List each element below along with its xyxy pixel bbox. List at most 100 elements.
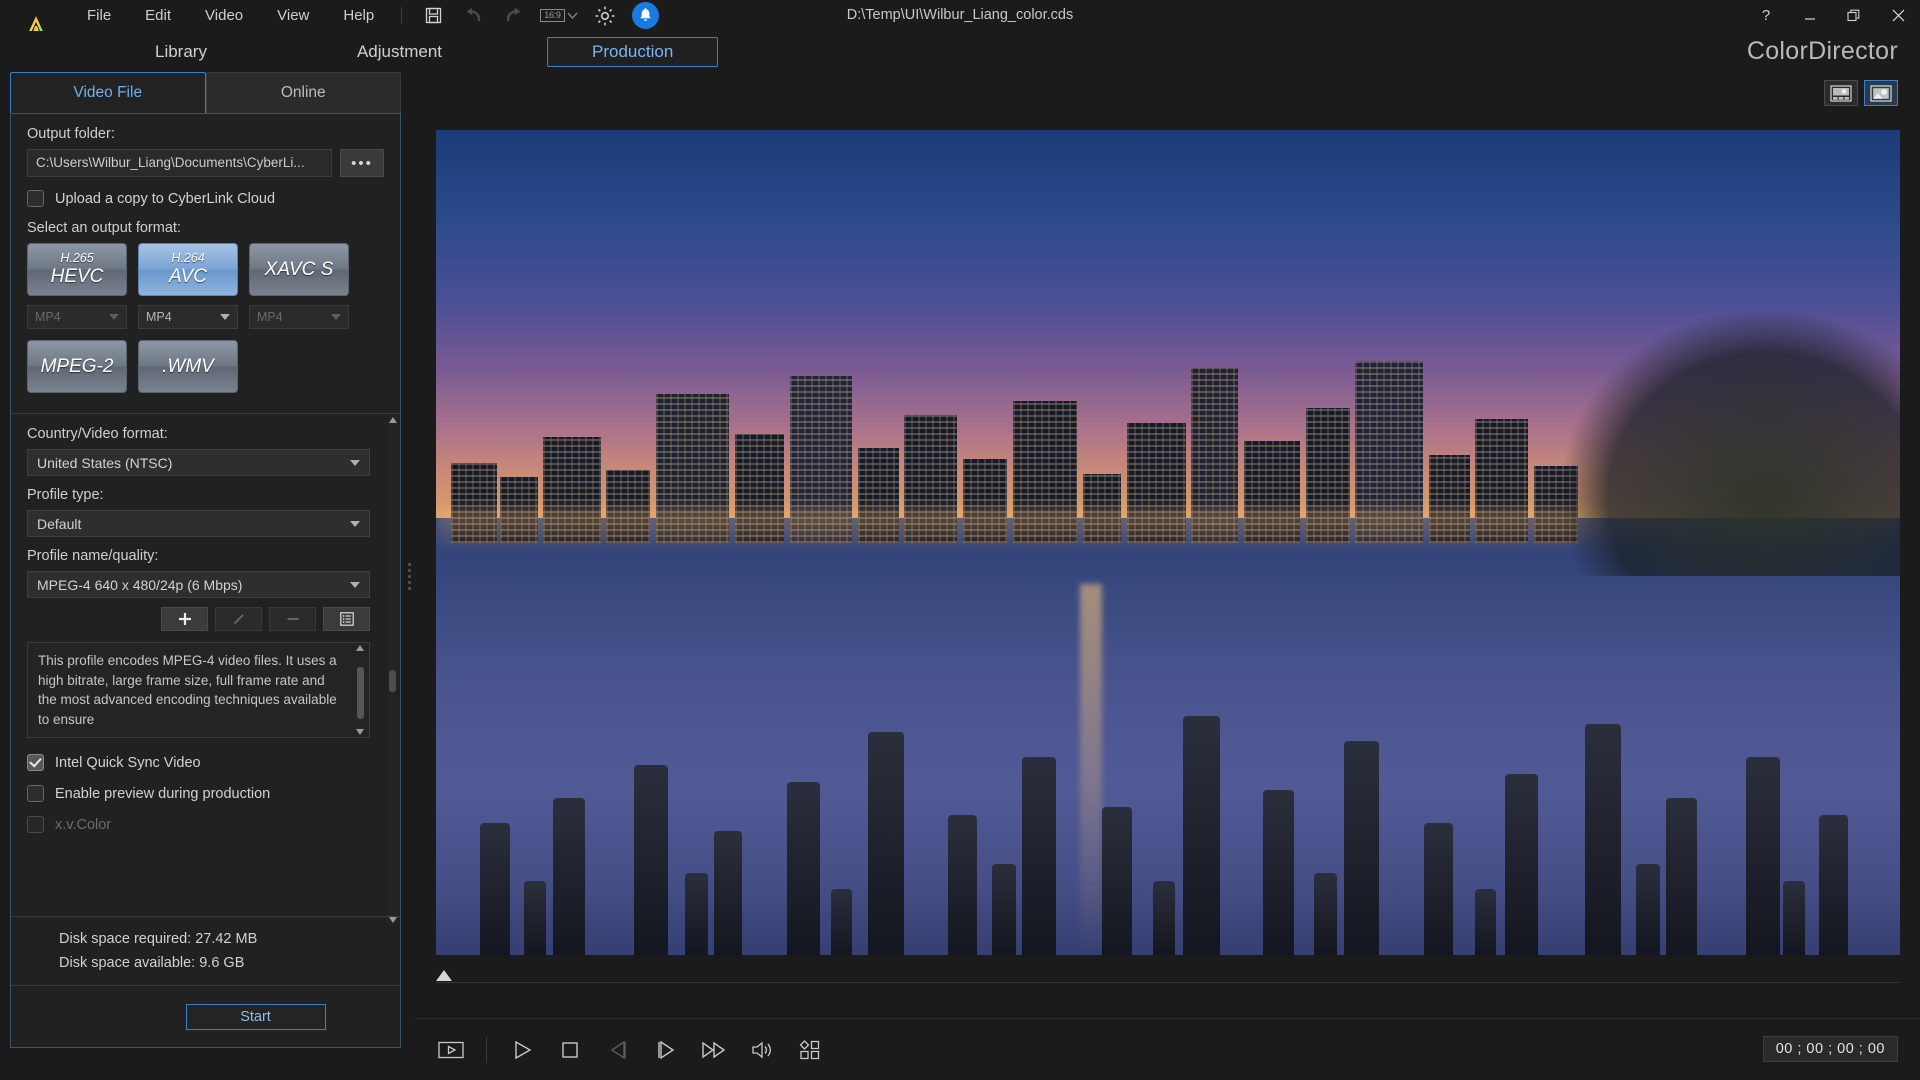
format-mpeg2-button[interactable]: MPEG-2 (27, 340, 127, 393)
play-button[interactable] (507, 1036, 537, 1064)
light-reflection (1080, 584, 1102, 955)
description-scrollbar[interactable] (354, 645, 367, 735)
menu-bar: File Edit Video View Help (70, 0, 391, 31)
format-xavc-s-button[interactable]: XAVC S (249, 243, 349, 296)
minimize-button[interactable] (1788, 0, 1832, 31)
scrollbar-thumb[interactable] (389, 670, 396, 692)
help-button[interactable]: ? (1744, 0, 1788, 31)
toolbar-divider (401, 7, 402, 24)
output-section: Output folder: C:\Users\Wilbur_Liang\Doc… (11, 114, 400, 401)
chevron-down-icon (350, 460, 360, 466)
transport-divider (486, 1037, 487, 1063)
profile-description: This profile encodes MPEG-4 video files.… (27, 642, 370, 738)
tab-library[interactable]: Library (110, 37, 252, 67)
edit-profile-button[interactable] (215, 607, 262, 631)
grid-icon[interactable] (795, 1036, 825, 1064)
timecode-display[interactable]: 00 ; 00 ; 00 ; 00 (1763, 1036, 1898, 1062)
enable-preview-label: Enable preview during production (55, 786, 270, 802)
chevron-down-icon (220, 314, 230, 320)
option-xv-color-row: x.v.Color (27, 816, 370, 833)
preview-timeline[interactable] (436, 968, 1900, 990)
module-tabs: Library Adjustment Production (110, 37, 718, 67)
profile-type-label: Profile type: (27, 487, 370, 503)
aspect-ratio-selector[interactable]: 16:9 (540, 7, 577, 25)
container-selectors: MP4 MP4 MP4 (27, 305, 384, 329)
fast-forward-button[interactable] (699, 1036, 729, 1064)
undo-arrow-icon[interactable] (460, 3, 486, 29)
upload-cloud-checkbox[interactable] (27, 190, 44, 207)
menu-view[interactable]: View (260, 0, 326, 31)
timeline-track (436, 982, 1900, 983)
timeline-playhead[interactable] (436, 970, 452, 981)
transport-bar: 00 ; 00 ; 00 ; 00 (414, 1018, 1920, 1080)
profile-type-select[interactable]: Default (27, 510, 370, 537)
transport-buttons (436, 1036, 825, 1064)
profile-details-button[interactable] (323, 607, 370, 631)
previous-frame-button[interactable] (603, 1036, 633, 1064)
container-select-h265[interactable]: MP4 (27, 305, 127, 329)
output-folder-input[interactable]: C:\Users\Wilbur_Liang\Documents\CyberLi.… (27, 149, 332, 177)
desc-scroll-down-icon[interactable] (356, 729, 364, 735)
tab-video-file[interactable]: Video File (10, 72, 206, 113)
tab-production[interactable]: Production (547, 37, 718, 67)
country-format-label: Country/Video format: (27, 426, 370, 442)
bell-icon[interactable] (632, 2, 659, 29)
add-profile-button[interactable] (161, 607, 208, 631)
enable-preview-checkbox[interactable] (27, 785, 44, 802)
multi-view-button[interactable] (1824, 80, 1858, 106)
settings-scrollbar[interactable] (387, 414, 398, 926)
start-button[interactable]: Start (186, 1004, 326, 1030)
intel-quick-sync-checkbox[interactable] (27, 754, 44, 771)
format-h265-top: H.265 (60, 251, 93, 265)
format-wmv-label: .WMV (162, 356, 214, 378)
next-frame-button[interactable] (651, 1036, 681, 1064)
scroll-up-icon[interactable] (388, 415, 397, 425)
upload-cloud-row[interactable]: Upload a copy to CyberLink Cloud (27, 190, 384, 207)
menu-file[interactable]: File (70, 0, 128, 31)
remove-profile-button[interactable] (269, 607, 316, 631)
format-mpeg2-label: MPEG-2 (41, 356, 114, 378)
chevron-down-icon (350, 582, 360, 588)
container-select-h265-value: MP4 (35, 310, 61, 324)
profile-name-select[interactable]: MPEG-4 640 x 480/24p (6 Mbps) (27, 571, 370, 598)
desc-scrollbar-thumb[interactable] (357, 667, 364, 719)
colordirector-window: D:\Temp\UI\Wilbur_Liang_color.cds File E… (0, 0, 1920, 1080)
close-button[interactable] (1876, 0, 1920, 31)
start-bar: Start (11, 985, 400, 1047)
format-h265-hevc-button[interactable]: H.265 HEVC (27, 243, 127, 296)
single-view-button[interactable] (1864, 80, 1898, 106)
maximize-restore-button[interactable] (1832, 0, 1876, 31)
menu-video[interactable]: Video (188, 0, 260, 31)
format-wmv-button[interactable]: .WMV (138, 340, 238, 393)
browse-folder-button[interactable]: ••• (340, 149, 384, 177)
chevron-down-icon (331, 314, 341, 320)
profile-description-text: This profile encodes MPEG-4 video files.… (38, 653, 337, 727)
menu-help[interactable]: Help (326, 0, 391, 31)
menu-edit[interactable]: Edit (128, 0, 188, 31)
xv-color-checkbox (27, 816, 44, 833)
gear-icon[interactable] (592, 3, 618, 29)
stop-button[interactable] (555, 1036, 585, 1064)
desc-scroll-up-icon[interactable] (356, 645, 364, 651)
redo-arrow-icon[interactable] (500, 3, 526, 29)
output-folder-row: C:\Users\Wilbur_Liang\Documents\CyberLi.… (27, 149, 384, 177)
video-preview-image[interactable] (436, 130, 1900, 955)
container-select-xavc[interactable]: MP4 (249, 305, 349, 329)
profile-name-value: MPEG-4 640 x 480/24p (6 Mbps) (37, 577, 242, 593)
option-enable-preview-row[interactable]: Enable preview during production (27, 785, 370, 802)
speaker-icon[interactable] (747, 1036, 777, 1064)
panel-splitter-handle[interactable] (408, 560, 413, 590)
country-format-select[interactable]: United States (NTSC) (27, 449, 370, 476)
tab-adjustment[interactable]: Adjustment (312, 37, 487, 67)
panel-body: Output folder: C:\Users\Wilbur_Liang\Doc… (10, 113, 401, 1048)
window-controls: ? (1744, 0, 1920, 31)
tab-online[interactable]: Online (206, 72, 402, 113)
preview-mode-button[interactable] (436, 1036, 466, 1064)
option-intel-quick-sync-row[interactable]: Intel Quick Sync Video (27, 754, 370, 771)
save-icon[interactable] (420, 3, 446, 29)
container-select-h264[interactable]: MP4 (138, 305, 238, 329)
output-folder-label: Output folder: (27, 126, 384, 142)
format-h264-avc-button[interactable]: H.264 AVC (138, 243, 238, 296)
format-h265-bottom: HEVC (51, 266, 104, 288)
format-xavc-label: XAVC S (265, 259, 334, 281)
